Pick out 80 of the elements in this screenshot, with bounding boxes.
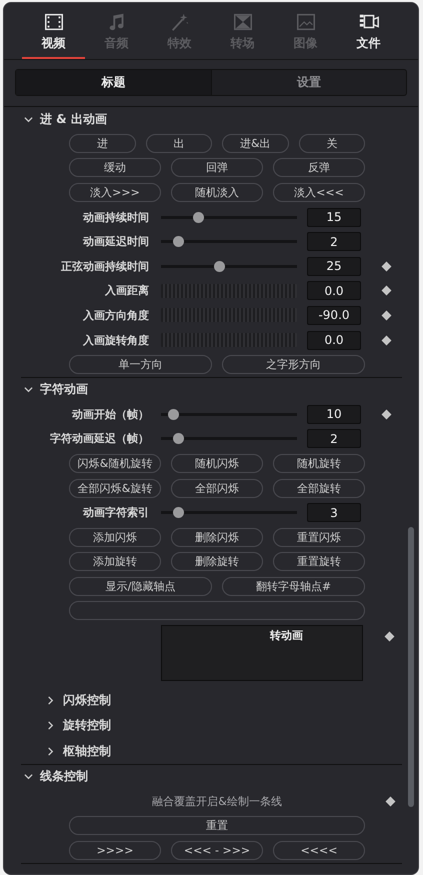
button[interactable]: 添加旋转 bbox=[69, 552, 161, 572]
slider-thumb[interactable] bbox=[214, 260, 226, 272]
dial-label: 入画方向角度 bbox=[82, 308, 149, 323]
value-field[interactable]: 15 bbox=[307, 208, 361, 227]
value-field[interactable]: 2 bbox=[307, 429, 361, 448]
button[interactable]: 删除闪烁 bbox=[171, 528, 263, 547]
dial-label: 入画距离 bbox=[104, 283, 149, 298]
button[interactable]: 全部旋转 bbox=[273, 478, 365, 498]
value-field[interactable]: 3 bbox=[307, 503, 361, 522]
keyframe-icon[interactable] bbox=[382, 261, 392, 272]
dial-label: 入画旋转角度 bbox=[82, 332, 149, 348]
slider-thumb[interactable] bbox=[192, 212, 204, 223]
value-field[interactable]: -90.0 bbox=[307, 306, 361, 325]
button[interactable]: 闪烁&随机旋转 bbox=[69, 454, 161, 473]
button[interactable]: 删除旋转 bbox=[171, 552, 263, 572]
chevron-icon[interactable] bbox=[46, 696, 55, 705]
button[interactable]: 随机淡入 bbox=[171, 182, 263, 202]
subsection-title[interactable]: 旋转控制 bbox=[63, 717, 111, 734]
button[interactable]: <<<< bbox=[273, 840, 365, 860]
tab[interactable]: 标题 bbox=[16, 70, 210, 95]
button[interactable]: 回弹 bbox=[171, 158, 263, 178]
slider-label: 动画持续时间 bbox=[82, 210, 149, 225]
button[interactable]: 关 bbox=[298, 134, 365, 153]
value-field[interactable]: 0.0 bbox=[307, 281, 361, 300]
slider-thumb[interactable] bbox=[168, 408, 180, 420]
button[interactable]: 淡入<<< bbox=[273, 182, 365, 202]
keyframe-icon[interactable] bbox=[382, 409, 392, 420]
text-field[interactable]: 转动画 bbox=[161, 625, 363, 682]
button[interactable]: 全部闪烁&旋转 bbox=[69, 478, 161, 498]
button[interactable]: 添加闪烁 bbox=[69, 528, 161, 547]
tab[interactable]: 视频 bbox=[22, 7, 85, 59]
section-title[interactable]: 进 & 出动画 bbox=[40, 110, 107, 128]
slider-label: 字符动画延迟（帧） bbox=[49, 431, 149, 446]
subsection-title[interactable]: 枢轴控制 bbox=[63, 742, 111, 760]
value-field[interactable]: 25 bbox=[307, 256, 361, 276]
button[interactable]: 进 bbox=[69, 134, 136, 153]
button[interactable]: 重置 bbox=[69, 816, 365, 836]
chevron-icon[interactable] bbox=[24, 772, 33, 782]
button[interactable]: 反弹 bbox=[273, 158, 365, 178]
button[interactable]: 单一方向 bbox=[69, 355, 212, 374]
button[interactable]: 翻转字母轴点# bbox=[222, 576, 365, 596]
button[interactable]: 随机闪烁 bbox=[171, 454, 263, 473]
chevron-icon[interactable] bbox=[46, 721, 55, 730]
slider-thumb[interactable] bbox=[173, 433, 184, 444]
button[interactable]: 出 bbox=[146, 134, 212, 153]
chevron-icon[interactable] bbox=[24, 385, 33, 394]
button[interactable]: 重置闪烁 bbox=[273, 528, 365, 547]
button[interactable]: 全部闪烁 bbox=[171, 478, 263, 498]
button[interactable]: 缓动 bbox=[69, 158, 161, 178]
keyframe-icon[interactable] bbox=[386, 796, 396, 806]
chevron-icon[interactable] bbox=[24, 114, 33, 124]
slider-label: 动画字符索引 bbox=[82, 505, 149, 520]
option-label: 融合覆盖开启&绘制一条线 bbox=[151, 794, 283, 809]
slider-label: 动画延迟时间 bbox=[82, 234, 149, 250]
keyframe-icon[interactable] bbox=[382, 335, 392, 345]
scrollbar[interactable] bbox=[408, 527, 414, 807]
tab[interactable]: 文件 bbox=[337, 7, 400, 59]
subsection-title[interactable]: 闪烁控制 bbox=[63, 692, 111, 709]
button[interactable]: >>>> bbox=[69, 840, 161, 860]
value-field[interactable]: 0.0 bbox=[307, 330, 361, 350]
button[interactable]: 显示/隐藏轴点 bbox=[69, 576, 212, 596]
button[interactable]: 随机旋转 bbox=[273, 454, 365, 473]
tab[interactable]: 设置 bbox=[210, 70, 406, 95]
keyframe-icon[interactable] bbox=[384, 632, 394, 642]
section-title[interactable]: 字符动画 bbox=[40, 381, 88, 398]
slider-label: 动画开始（帧） bbox=[70, 406, 149, 422]
slider-thumb[interactable] bbox=[173, 236, 184, 248]
button[interactable]: 重置旋转 bbox=[273, 552, 365, 572]
button[interactable]: 之字形方向 bbox=[222, 355, 365, 374]
button[interactable]: <<< - >>> bbox=[171, 840, 263, 860]
slider-label: 正弦动画持续时间 bbox=[60, 258, 149, 274]
button[interactable]: 进&出 bbox=[222, 134, 288, 153]
section-title[interactable]: 线条控制 bbox=[40, 768, 88, 786]
chevron-icon[interactable] bbox=[46, 746, 55, 756]
keyframe-icon[interactable] bbox=[382, 310, 392, 320]
value-field[interactable]: 10 bbox=[307, 404, 361, 424]
slider-thumb[interactable] bbox=[173, 507, 184, 518]
keyframe-icon[interactable] bbox=[382, 286, 392, 296]
value-field[interactable]: 2 bbox=[307, 232, 361, 252]
button[interactable]: 淡入>>> bbox=[69, 182, 161, 202]
